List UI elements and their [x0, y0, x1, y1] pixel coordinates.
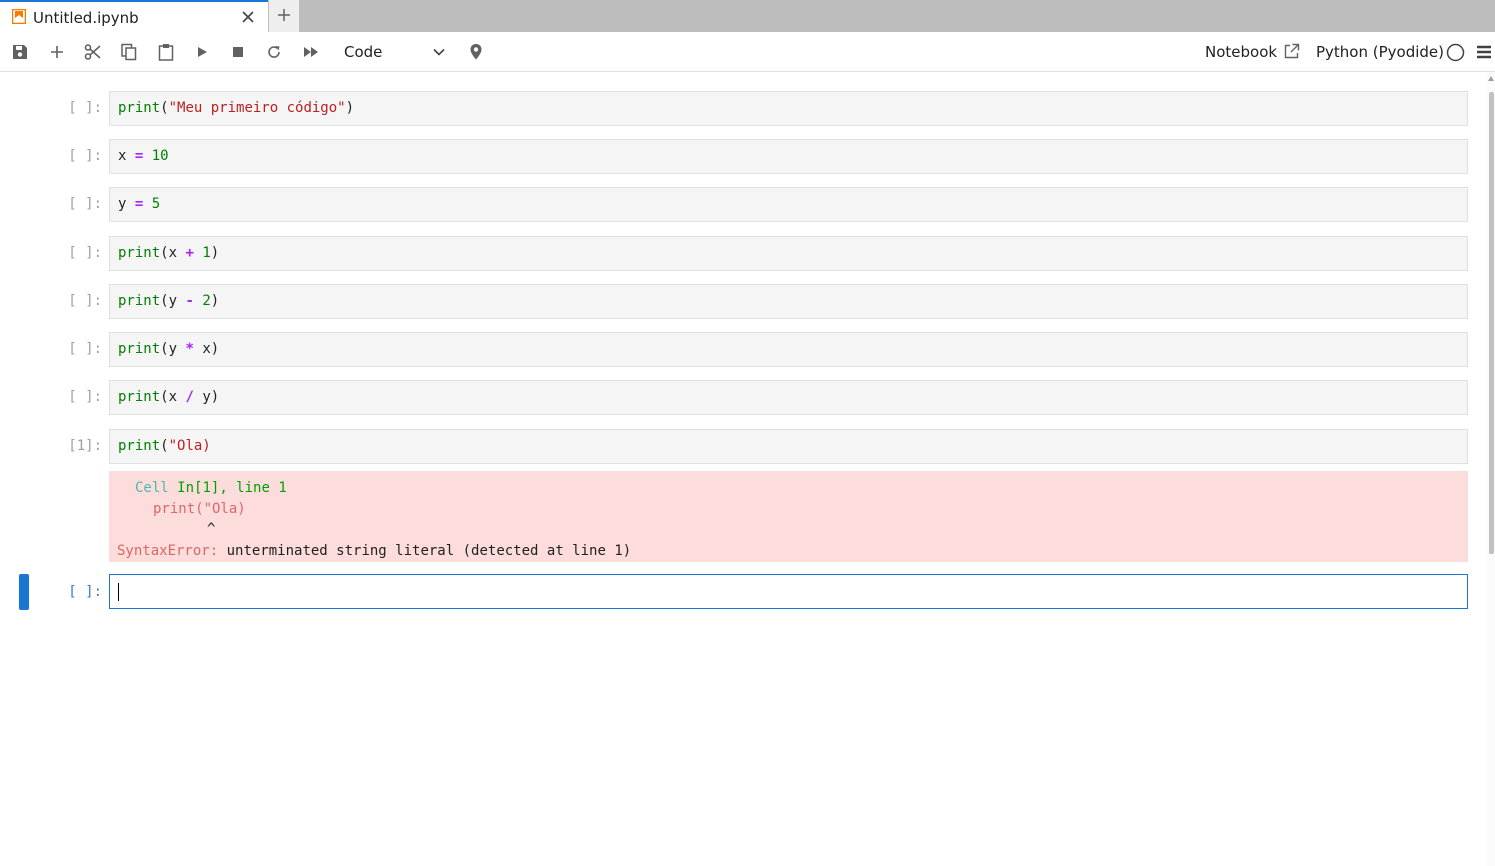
traceback-location: Cell In[1], line 1	[135, 480, 287, 496]
input-prompt: [ ]:	[68, 584, 102, 600]
cell-code: print("Meu primeiro código")	[118, 100, 355, 116]
run-all-button[interactable]	[301, 42, 321, 62]
chevron-down-icon	[433, 48, 445, 56]
input-prompt: [ ]:	[68, 293, 102, 309]
cell-editor[interactable]: print(y * x)	[109, 332, 1468, 367]
debugger-button[interactable]	[466, 42, 486, 62]
copy-button[interactable]	[119, 42, 139, 62]
cell-editor[interactable]: print("Meu primeiro código")	[109, 91, 1468, 126]
new-tab-button[interactable]	[269, 0, 299, 32]
cell-code: print(y * x)	[118, 341, 220, 357]
cell-code: print(x + 1)	[118, 245, 220, 261]
add-cell-icon	[51, 46, 63, 58]
cell-code: print("Ola)	[118, 438, 211, 454]
active-cell-marker	[19, 574, 29, 610]
cell-code: print(y - 2)	[118, 293, 220, 309]
stop-icon	[233, 47, 243, 57]
cell-type-value: Code	[344, 43, 383, 61]
scrollbar-thumb[interactable]	[1489, 92, 1494, 554]
notebook-toolbar: Code Notebook Python (Pyodide)	[0, 32, 1495, 72]
paste-button[interactable]	[156, 42, 176, 62]
cell-code: x = 10	[118, 148, 169, 164]
run-button[interactable]	[192, 42, 212, 62]
external-link-icon[interactable]	[1283, 43, 1300, 60]
cell-code: y = 5	[118, 196, 161, 212]
cell-editor-active[interactable]	[109, 574, 1468, 609]
map-pin-icon	[470, 44, 482, 60]
save-button[interactable]	[10, 42, 30, 62]
cut-icon	[84, 44, 101, 60]
notebook-icon	[12, 9, 26, 24]
notebook-tab[interactable]: Untitled.ipynb	[0, 0, 268, 32]
stop-button[interactable]	[228, 42, 248, 62]
open-notebook-link[interactable]: Notebook	[1205, 43, 1277, 61]
error-message: SyntaxError: unterminated string literal…	[117, 543, 632, 559]
cell-editor[interactable]: y = 5	[109, 187, 1468, 222]
menu-icon[interactable]	[1476, 44, 1492, 60]
input-prompt: [1]:	[68, 438, 102, 454]
input-prompt: [ ]:	[68, 148, 102, 164]
cell-editor[interactable]: print(x / y)	[109, 380, 1468, 415]
run-icon	[198, 47, 207, 57]
error-output: Cell In[1], line 1 print("Ola) ^ SyntaxE…	[109, 471, 1468, 562]
save-icon	[13, 45, 27, 59]
add-cell-button[interactable]	[47, 42, 67, 62]
input-prompt: [ ]:	[68, 389, 102, 405]
cell-editor[interactable]: print(y - 2)	[109, 284, 1468, 319]
kernel-status-icon	[1446, 43, 1465, 62]
traceback-caret: ^	[207, 521, 216, 537]
cell-editor[interactable]: print("Ola)	[109, 429, 1468, 464]
cell-editor[interactable]: print(x + 1)	[109, 236, 1468, 271]
cell-code: print(x / y)	[118, 389, 220, 405]
restart-icon	[268, 46, 280, 58]
scroll-up-arrow-icon[interactable]	[1488, 76, 1494, 81]
traceback-source-line: print("Ola)	[153, 501, 246, 517]
tab-title: Untitled.ipynb	[33, 9, 139, 27]
tab-bar: Untitled.ipynb	[0, 0, 1495, 32]
cut-button[interactable]	[83, 42, 103, 62]
plus-icon	[278, 9, 290, 21]
text-cursor	[118, 583, 119, 601]
cell-editor[interactable]: x = 10	[109, 139, 1468, 174]
copy-icon	[121, 43, 137, 61]
restart-button[interactable]	[264, 42, 284, 62]
input-prompt: [ ]:	[68, 245, 102, 261]
input-prompt: [ ]:	[68, 196, 102, 212]
paste-icon	[158, 44, 174, 61]
input-prompt: [ ]:	[68, 100, 102, 116]
input-prompt: [ ]:	[68, 341, 102, 357]
run-all-icon	[304, 47, 318, 57]
cell-type-select[interactable]: Code	[336, 38, 451, 66]
kernel-name[interactable]: Python (Pyodide)	[1316, 43, 1444, 61]
close-icon[interactable]	[240, 9, 256, 25]
